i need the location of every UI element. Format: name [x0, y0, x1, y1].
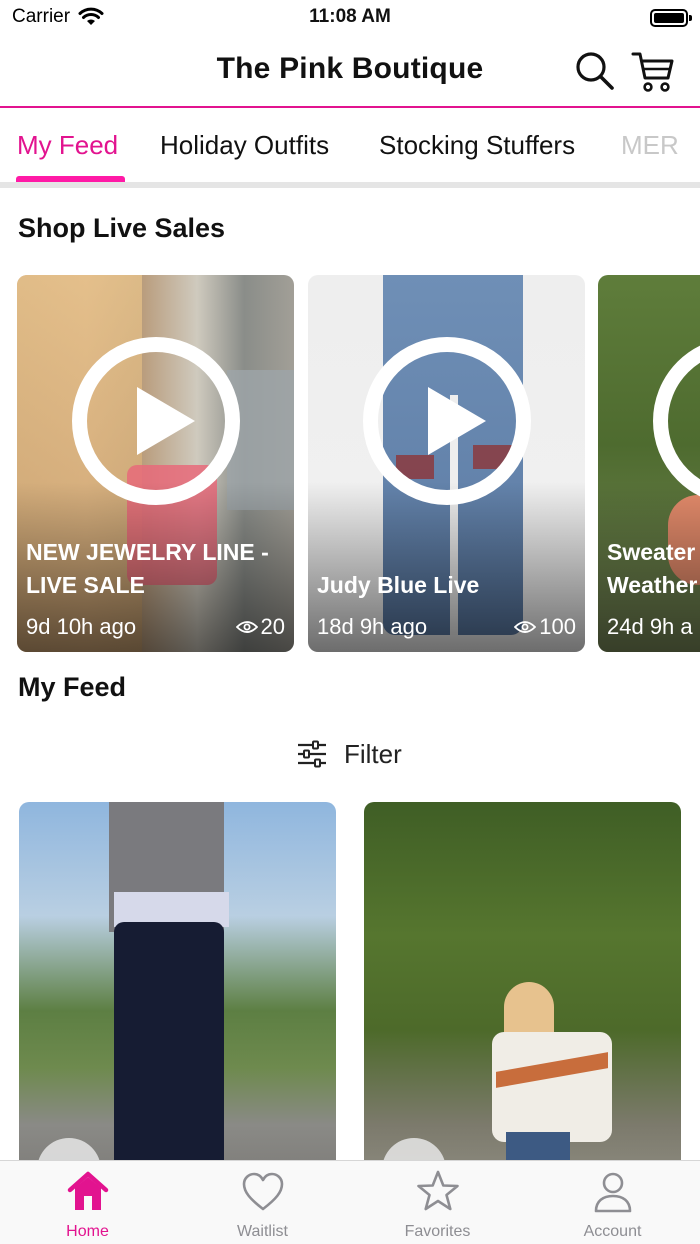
nav-account-label: Account	[583, 1223, 642, 1240]
category-tabs: My Feed Holiday Outfits Stocking Stuffer…	[0, 110, 700, 188]
live-sale-time: 24d 9h a	[607, 614, 693, 639]
search-button[interactable]	[574, 50, 616, 92]
play-icon[interactable]	[363, 337, 531, 505]
live-sale-view-count: 100	[539, 614, 576, 639]
nav-waitlist-label: Waitlist	[237, 1223, 288, 1240]
tab-stocking-stuffers[interactable]: Stocking Stuffers	[379, 130, 575, 161]
live-sale-views: 20	[235, 614, 285, 640]
live-sale-card[interactable]: NEW JEWELRY LINE - LIVE SALE 9d 10h ago …	[17, 275, 294, 652]
nav-favorites-label: Favorites	[404, 1223, 471, 1240]
tab-my-feed[interactable]: My Feed	[17, 130, 118, 161]
live-sale-time: 18d 9h ago	[317, 614, 428, 639]
app-header: The Pink Boutique	[0, 36, 700, 108]
feed-item-card[interactable]	[364, 802, 681, 1182]
home-icon	[67, 1171, 109, 1210]
play-icon[interactable]	[72, 337, 240, 505]
status-bar: Carrier 11:08 AM	[0, 0, 700, 36]
search-icon	[576, 52, 614, 90]
tab-mer[interactable]: MER	[621, 130, 679, 161]
nav-waitlist[interactable]: Waitlist	[175, 1161, 350, 1244]
status-time: 11:08 AM	[309, 6, 391, 27]
bottom-tab-bar: Home Waitlist Favorites Account	[0, 1160, 700, 1244]
live-sale-view-count: 20	[260, 614, 285, 639]
live-sale-title: Sweater Weather	[607, 539, 698, 598]
live-sale-card[interactable]: Judy Blue Live 18d 9h ago 100	[308, 275, 585, 652]
eye-icon	[235, 621, 258, 633]
my-feed-title: My Feed	[18, 672, 127, 702]
active-tab-indicator	[16, 176, 125, 182]
heart-icon	[242, 1172, 284, 1211]
feed-item-image	[364, 802, 681, 1182]
live-sales-title: Shop Live Sales	[18, 213, 226, 243]
nav-favorites[interactable]: Favorites	[350, 1161, 525, 1244]
star-icon	[417, 1170, 459, 1211]
person-icon	[594, 1172, 632, 1213]
live-sale-time: 9d 10h ago	[26, 614, 137, 639]
cart-icon	[631, 52, 674, 92]
live-sale-title: Judy Blue Live	[317, 572, 480, 598]
filter-icon	[298, 740, 326, 768]
nav-home-label: Home	[66, 1223, 109, 1240]
filter-label: Filter	[344, 738, 402, 769]
nav-home[interactable]: Home	[0, 1161, 175, 1244]
feed-item-card[interactable]	[19, 802, 336, 1182]
feed-item-image	[19, 802, 336, 1182]
battery-icon	[650, 9, 692, 27]
eye-icon	[514, 621, 537, 633]
live-sale-title: NEW JEWELRY LINE - LIVE SALE	[26, 539, 269, 598]
tab-holiday-outfits[interactable]: Holiday Outfits	[160, 130, 329, 161]
live-sale-views: 100	[514, 614, 576, 640]
nav-account[interactable]: Account	[525, 1161, 700, 1244]
live-sale-card[interactable]: Sweater Weather 24d 9h a	[598, 275, 700, 652]
cart-button[interactable]	[630, 48, 676, 94]
filter-button[interactable]: Filter	[296, 736, 402, 772]
